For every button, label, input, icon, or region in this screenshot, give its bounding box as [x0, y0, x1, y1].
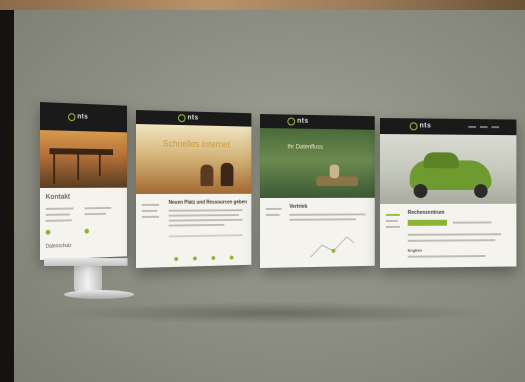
content-area: Neuen Platz und Ressourcen geben — [136, 193, 252, 268]
logo-icon — [68, 113, 76, 122]
mockup-stage: nts Kontakt Datenschutz nts Schnelles In… — [14, 10, 525, 382]
hero-headline: Schnelles Internet — [162, 138, 230, 150]
logo-text: nts — [297, 117, 309, 125]
content-area: Vertrieb — [260, 197, 375, 268]
content-area: Kontakt Datenschutz — [40, 187, 127, 260]
top-photo-strip — [0, 0, 525, 10]
header-bar: nts — [380, 118, 517, 136]
footer-link[interactable]: Datenschutz — [46, 243, 72, 250]
map-graphic — [309, 231, 356, 261]
logo-icon — [287, 117, 296, 126]
hero-image-raft: Ihr Datenfluss — [260, 128, 375, 198]
section-title: Neuen Platz und Ressourcen geben — [168, 199, 247, 206]
website-screen-4: nts Rechenzentrum English — [380, 118, 517, 268]
website-screen-2: nts Schnelles Internet Neuen Platz und R… — [136, 110, 252, 268]
hero-image-car — [380, 134, 517, 204]
content-area: Rechenzentrum English — [380, 203, 517, 268]
hero-image-pier — [40, 130, 127, 188]
logo-text: nts — [77, 113, 89, 121]
logo-icon — [409, 122, 418, 131]
floor-shadow — [54, 302, 494, 324]
section-title: Rechenzentrum — [407, 209, 445, 216]
website-screen-1: nts Kontakt Datenschutz — [40, 102, 127, 260]
logo-text: nts — [187, 114, 199, 122]
green-button[interactable] — [407, 219, 447, 226]
header-bar: nts — [40, 102, 127, 133]
hero-image-fairy: Schnelles Internet — [136, 124, 252, 194]
monitor-chin — [44, 258, 128, 266]
section-title: Kontakt — [45, 193, 70, 201]
monitor-foot — [64, 290, 134, 299]
logo-icon — [178, 114, 186, 123]
website-screen-3: nts Ihr Datenfluss Vertrieb — [260, 114, 375, 268]
language-link[interactable]: English — [408, 248, 422, 253]
section-title: Vertrieb — [289, 203, 308, 210]
logo-text: nts — [419, 122, 432, 130]
hero-headline: Ihr Datenfluss — [287, 144, 324, 151]
left-dark-strip — [0, 10, 14, 382]
